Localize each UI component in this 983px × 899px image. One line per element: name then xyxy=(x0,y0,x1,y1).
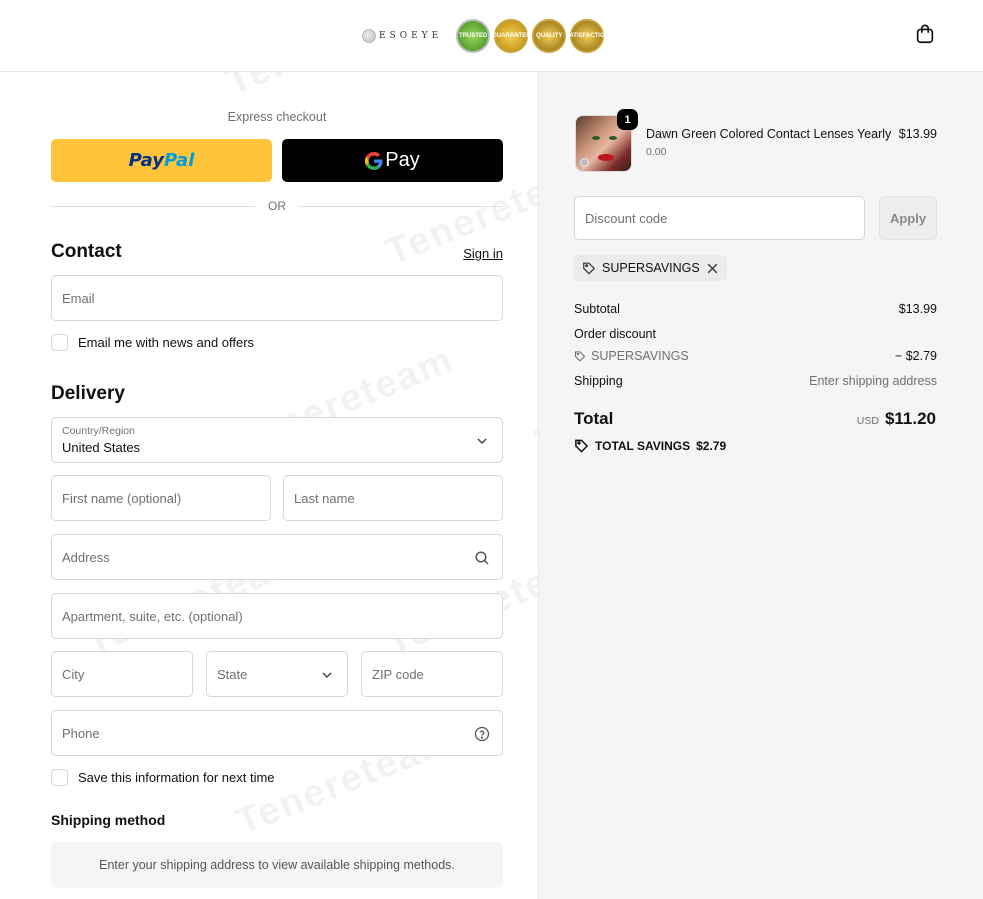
cart-button[interactable] xyxy=(914,23,938,47)
trust-badges: TRUSTED GUARANTEE QUALITY SATISFACTION xyxy=(456,19,609,53)
address-placeholder: Address xyxy=(62,550,110,565)
shipping-label: Shipping xyxy=(574,374,623,388)
or-divider: OR xyxy=(51,198,503,214)
or-label: OR xyxy=(268,199,286,213)
quantity-badge: 1 xyxy=(617,109,638,130)
address-field[interactable]: Address xyxy=(51,534,503,580)
trust-badge-icon: TRUSTED xyxy=(456,19,491,53)
total-savings-label: TOTAL SAVINGS xyxy=(595,438,691,453)
save-info-checkbox-row[interactable]: Save this information for next time xyxy=(51,769,275,786)
chevron-down-icon xyxy=(322,672,332,679)
sign-in-link[interactable]: Sign in xyxy=(463,246,503,261)
applied-discount-chip: SUPERSAVINGS xyxy=(574,255,727,281)
quality-badge-icon: QUALITY xyxy=(532,19,567,53)
product-price: $13.99 xyxy=(898,127,937,141)
applied-discount-code: SUPERSAVINGS xyxy=(602,261,700,275)
phone-field[interactable]: Phone xyxy=(51,710,503,756)
shipping-row: Shipping Enter shipping address xyxy=(574,374,937,388)
subtotal-value: $13.99 xyxy=(898,302,937,316)
site-header: ESOEYE TRUSTED GUARANTEE QUALITY SATISFA… xyxy=(0,0,983,72)
total-currency: USD xyxy=(856,415,879,427)
subtotal-label: Subtotal xyxy=(574,302,620,316)
guarantee-badge-icon: GUARANTEE xyxy=(492,19,530,53)
contact-title: Contact xyxy=(51,241,122,262)
total-value: USD $11.20 xyxy=(857,409,936,429)
discount-code-row: SUPERSAVINGS − $2.79 xyxy=(574,349,937,365)
newsletter-checkbox[interactable] xyxy=(51,334,68,351)
shopping-bag-icon xyxy=(916,24,934,44)
help-circle-icon[interactable] xyxy=(474,726,490,742)
tag-icon xyxy=(574,351,586,362)
zip-placeholder: ZIP code xyxy=(372,667,424,682)
google-pay-logo: Pay xyxy=(365,149,420,172)
save-info-label: Save this information for next time xyxy=(78,770,275,785)
country-label: Country/Region xyxy=(62,425,135,437)
order-discount-row: Order discount xyxy=(574,327,937,341)
last-name-placeholder: Last name xyxy=(294,491,355,506)
discount-value: − $2.79 xyxy=(894,349,937,363)
newsletter-label: Email me with news and offers xyxy=(78,335,255,350)
tag-icon xyxy=(583,262,596,275)
city-field[interactable]: City xyxy=(51,651,193,697)
brand-logo-icon xyxy=(362,29,376,43)
zip-field[interactable]: ZIP code xyxy=(361,651,503,697)
order-summary: 1 Dawn Green Colored Contact Lenses Year… xyxy=(538,72,983,899)
product-name: Dawn Green Colored Contact Lenses Yearly xyxy=(646,127,892,141)
order-discount-label: Order discount xyxy=(574,327,656,341)
chevron-down-icon xyxy=(477,438,487,445)
newsletter-checkbox-row[interactable]: Email me with news and offers xyxy=(51,334,254,351)
first-name-field[interactable]: First name (optional) xyxy=(51,475,271,521)
paypal-logo: PayPal xyxy=(128,150,195,171)
shipping-value: Enter shipping address xyxy=(809,374,937,388)
total-savings: TOTAL SAVINGS $2.79 xyxy=(574,438,726,453)
search-icon xyxy=(475,551,489,565)
delivery-title: Delivery xyxy=(51,383,125,404)
shipping-method-title: Shipping method xyxy=(51,812,166,828)
apartment-field[interactable]: Apartment, suite, etc. (optional) xyxy=(51,593,503,639)
total-label: Total xyxy=(574,409,614,428)
brand-text: ESOEYE xyxy=(379,31,443,41)
tag-icon xyxy=(575,439,589,453)
first-name-placeholder: First name (optional) xyxy=(62,491,182,506)
brand[interactable]: ESOEYE TRUSTED GUARANTEE QUALITY SATISFA… xyxy=(362,18,609,54)
total-amount: $11.20 xyxy=(884,409,936,428)
phone-placeholder: Phone xyxy=(62,726,100,741)
brand-logo[interactable]: ESOEYE xyxy=(362,29,442,43)
state-placeholder: State xyxy=(217,667,248,682)
total-savings-value: $2.79 xyxy=(696,438,727,453)
last-name-field[interactable]: Last name xyxy=(283,475,503,521)
city-placeholder: City xyxy=(62,667,85,682)
save-info-checkbox[interactable] xyxy=(51,769,68,786)
email-placeholder: Email xyxy=(62,291,95,306)
discount-code-placeholder: Discount code xyxy=(585,211,668,226)
discount-code-field[interactable]: Discount code xyxy=(574,196,865,240)
apply-discount-button[interactable]: Apply xyxy=(879,196,937,240)
email-field[interactable]: Email xyxy=(51,275,503,321)
state-select[interactable]: State xyxy=(206,651,348,697)
shipping-method-message: Enter your shipping address to view avai… xyxy=(51,842,503,888)
lens-swatch-icon xyxy=(580,158,589,167)
satisfaction-badge-icon: SATISFACTION xyxy=(565,19,609,53)
apartment-placeholder: Apartment, suite, etc. (optional) xyxy=(62,609,243,624)
google-g-icon xyxy=(365,151,383,170)
product-variant: 0.00 xyxy=(646,146,667,158)
country-select[interactable]: Country/Region United States xyxy=(51,417,503,463)
google-pay-button[interactable]: Pay xyxy=(282,139,503,182)
discount-code-label: SUPERSAVINGS xyxy=(591,349,689,363)
paypal-button[interactable]: PayPal xyxy=(51,139,272,182)
express-checkout-label: Express checkout xyxy=(227,110,327,124)
country-value: United States xyxy=(62,440,141,455)
subtotal-row: Subtotal $13.99 xyxy=(574,302,937,316)
close-icon[interactable] xyxy=(706,262,719,275)
